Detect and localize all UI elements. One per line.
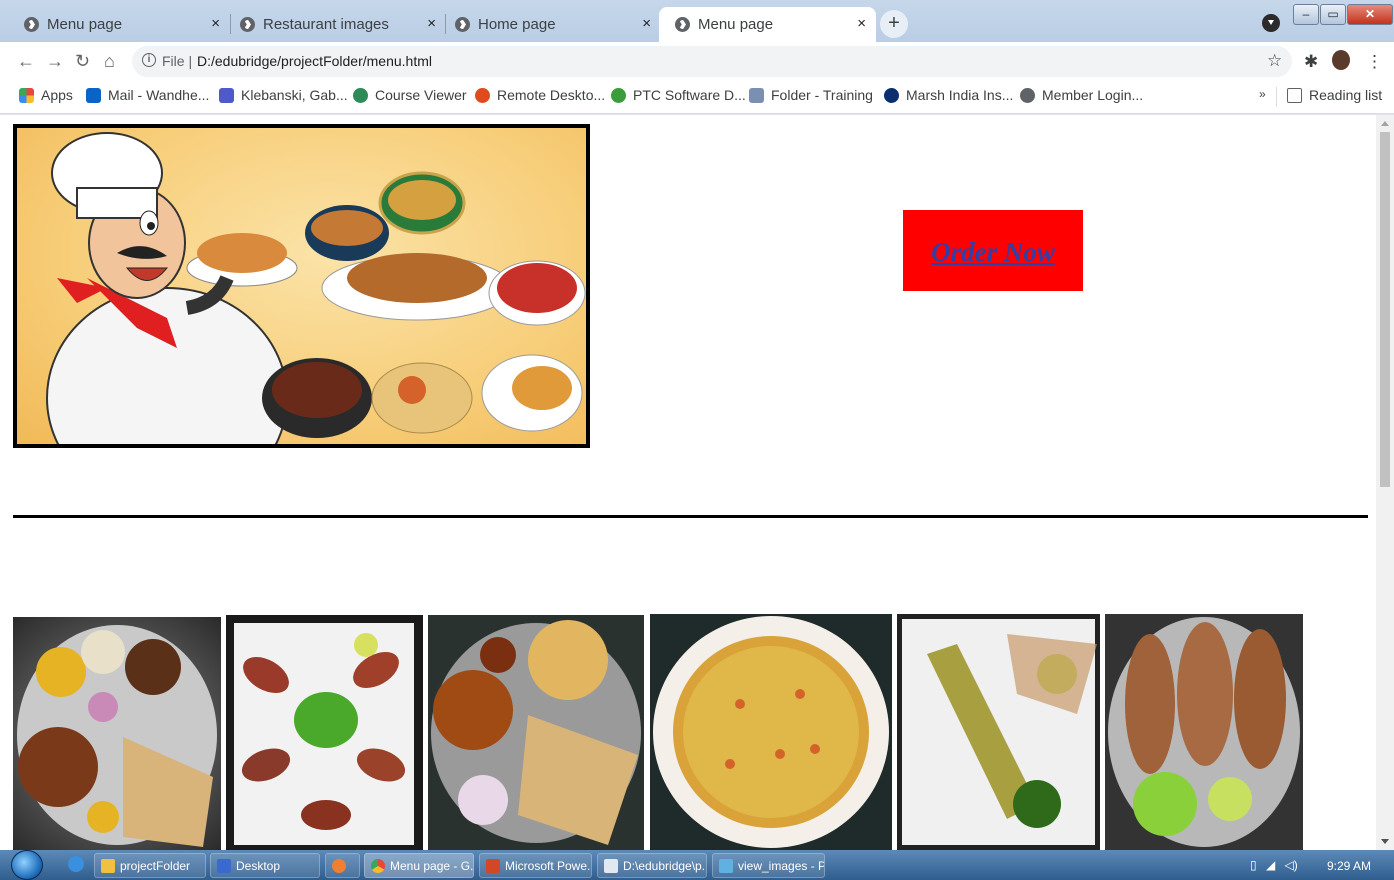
reading-list-icon: [1287, 87, 1302, 103]
outlook-icon: [86, 87, 101, 103]
close-tab-icon[interactable]: ×: [642, 15, 651, 32]
vertical-scrollbar[interactable]: [1376, 115, 1394, 850]
taskbar-item-chrome[interactable]: Menu page - G...: [364, 853, 474, 878]
address-bar[interactable]: i File | D:/edubridge/projectFolder/menu…: [132, 46, 1292, 77]
tab-menu-page-active[interactable]: Menu page ×: [659, 7, 876, 42]
tab-strip: Menu page × Restaurant images × Home pag…: [0, 0, 1394, 42]
close-tab-icon[interactable]: ×: [857, 15, 866, 32]
network-icon[interactable]: ◢: [1266, 858, 1275, 872]
forward-arrow-icon[interactable]: →: [46, 51, 64, 72]
maximize-button[interactable]: ▭: [1320, 4, 1346, 25]
remote-desktop-icon: [475, 87, 490, 103]
tab-title: Menu page: [47, 16, 123, 33]
window-controls: – ▭ ✕: [1292, 4, 1393, 26]
order-now-link[interactable]: Order Now: [931, 237, 1055, 268]
folder-icon: [101, 858, 115, 873]
pizza-photo: [650, 614, 892, 850]
volume-icon[interactable]: ◁): [1285, 858, 1298, 872]
tab-title: Home page: [478, 16, 556, 33]
bookmark-divider: [1276, 87, 1277, 107]
ie-icon[interactable]: [68, 856, 84, 872]
new-tab-button[interactable]: +: [880, 10, 908, 38]
folder-icon: [749, 87, 764, 103]
avatar[interactable]: [1332, 50, 1350, 70]
chef-illustration: [46, 132, 586, 444]
taskbar-item-projectfolder[interactable]: projectFolder: [94, 853, 206, 878]
taskbar-item-media[interactable]: [325, 853, 360, 878]
bookmark-klebanski[interactable]: Klebanski, Gab...: [219, 87, 348, 103]
notepad-icon: [604, 858, 618, 873]
scroll-down-arrow-icon[interactable]: [1381, 839, 1389, 844]
page-content: Order Now: [0, 115, 1376, 850]
bookmarks-bar: Apps Mail - Wandhe... Klebanski, Gab... …: [0, 80, 1394, 114]
thali-photo: [13, 617, 221, 850]
fried-fish-photo: [1105, 614, 1303, 850]
grilled-kebab-photo: [897, 614, 1100, 850]
tab-title: Restaurant images: [263, 16, 389, 33]
bookmark-folder-training[interactable]: Folder - Training: [749, 87, 873, 103]
bookmarks-overflow-icon[interactable]: »: [1259, 87, 1266, 101]
apps-grid-icon: [19, 87, 34, 103]
bookmark-member-login[interactable]: Member Login...: [1020, 87, 1143, 103]
start-button[interactable]: [11, 850, 43, 880]
back-arrow-icon[interactable]: ←: [17, 51, 35, 72]
tab-title: Menu page: [698, 16, 774, 33]
extensions-puzzle-icon[interactable]: ✱: [1304, 52, 1318, 72]
powerpoint-icon: [486, 858, 500, 873]
info-icon[interactable]: i: [142, 53, 156, 67]
bookmark-marsh[interactable]: Marsh India Ins...: [884, 87, 1013, 103]
bookmark-star-icon[interactable]: ☆: [1267, 51, 1282, 71]
browser-toolbar: ← → ↻ ⌂ i File | D:/edubridge/projectFol…: [0, 42, 1394, 80]
browser-window: Menu page × Restaurant images × Home pag…: [0, 0, 1394, 880]
taskbar-item-paint[interactable]: view_images - P...: [712, 853, 825, 878]
globe-icon: [24, 17, 39, 32]
scroll-thumb[interactable]: [1380, 132, 1390, 487]
minimize-button[interactable]: –: [1293, 4, 1319, 25]
bookmark-apps[interactable]: Apps: [19, 87, 73, 103]
taskbar-item-desktop[interactable]: Desktop: [210, 853, 320, 878]
url-text[interactable]: D:/edubridge/projectFolder/menu.html: [197, 53, 432, 69]
ptc-icon: [611, 87, 626, 103]
horizontal-rule: [13, 515, 1368, 518]
order-now-box: Order Now: [903, 210, 1083, 291]
more-menu-icon[interactable]: ⋮: [1366, 52, 1383, 72]
chef-banner-image: [13, 124, 590, 448]
reading-list-button[interactable]: Reading list: [1287, 87, 1382, 103]
globe-icon: [675, 17, 690, 32]
bookmark-mail[interactable]: Mail - Wandhe...: [86, 87, 209, 103]
system-tray: ▯ ◢ ◁): [1250, 858, 1298, 872]
course-icon: [353, 87, 368, 103]
taskbar-item-powerpoint[interactable]: Microsoft Powe...: [479, 853, 592, 878]
scheme-label: File |: [162, 53, 193, 69]
reload-icon[interactable]: ↻: [75, 51, 90, 72]
profile-menu-icon[interactable]: [1262, 14, 1280, 32]
desktop-icon: [217, 858, 231, 873]
home-icon[interactable]: ⌂: [104, 51, 115, 72]
tray-device-icon[interactable]: ▯: [1250, 858, 1257, 872]
marsh-icon: [884, 87, 899, 103]
bookmark-course-viewer[interactable]: Course Viewer: [353, 87, 467, 103]
globe-icon: [240, 17, 255, 32]
windows-taskbar: projectFolder Desktop Menu page - G... M…: [0, 850, 1394, 880]
close-tab-icon[interactable]: ×: [211, 15, 220, 32]
taskbar-clock[interactable]: 9:29 AM: [1327, 859, 1371, 873]
globe-icon: [455, 17, 470, 32]
tab-home-page[interactable]: Home page ×: [439, 7, 661, 42]
media-icon: [332, 858, 346, 873]
close-tab-icon[interactable]: ×: [427, 15, 436, 32]
curry-chapati-photo: [428, 615, 644, 850]
paint-icon: [719, 858, 733, 873]
taskbar-item-notepad[interactable]: D:\edubridge\p...: [597, 853, 707, 878]
close-window-button[interactable]: ✕: [1347, 4, 1393, 25]
bookmark-ptc[interactable]: PTC Software D...: [611, 87, 746, 103]
tab-menu-page-1[interactable]: Menu page ×: [8, 7, 230, 42]
globe-icon: [1020, 87, 1035, 103]
scroll-up-arrow-icon[interactable]: [1381, 121, 1389, 126]
bookmark-remote-desktop[interactable]: Remote Deskto...: [475, 87, 605, 103]
chrome-icon: [371, 858, 385, 873]
teams-icon: [219, 87, 234, 103]
tab-restaurant-images[interactable]: Restaurant images ×: [224, 7, 446, 42]
tandoori-chicken-photo: [226, 615, 423, 850]
